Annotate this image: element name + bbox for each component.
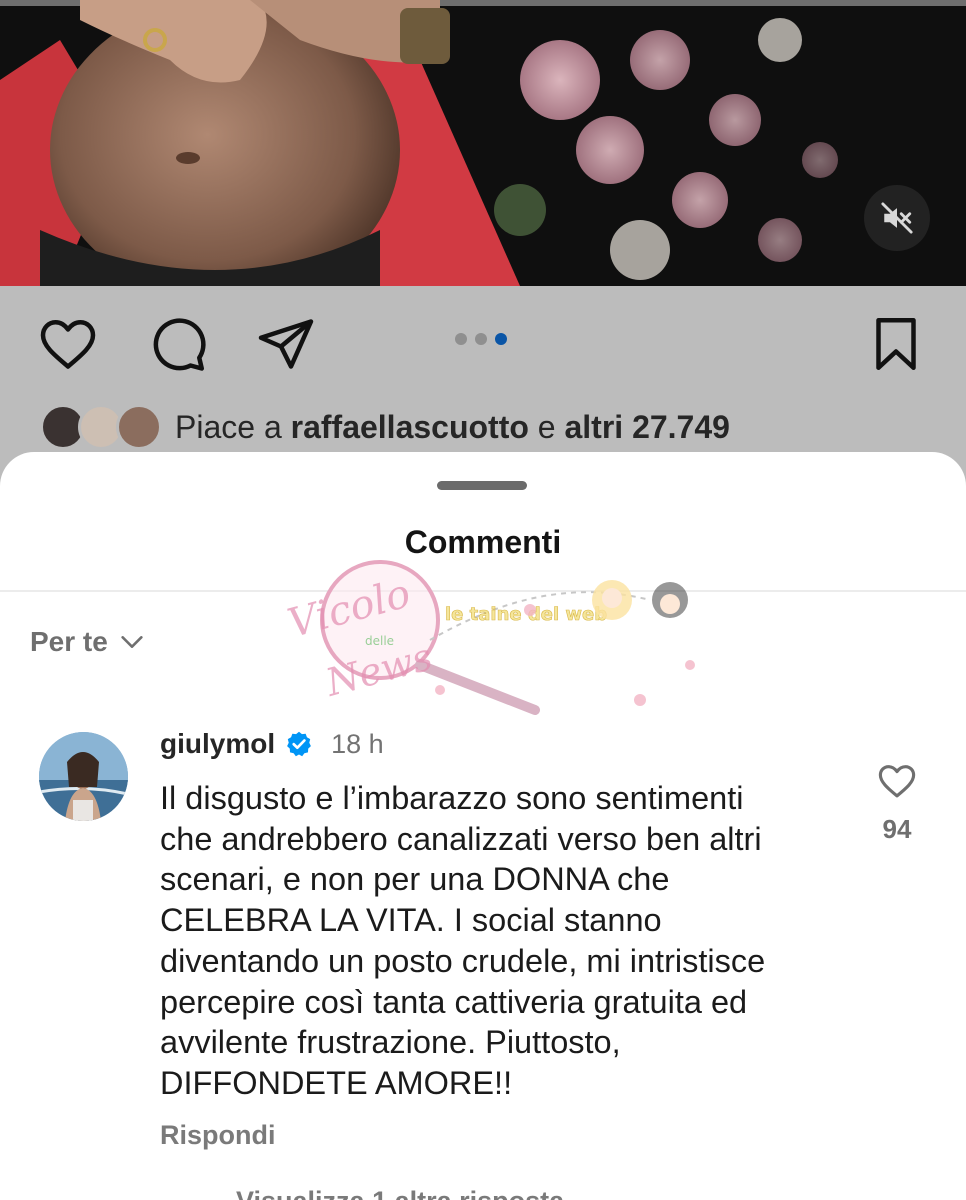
mute-button[interactable] <box>864 185 930 251</box>
liker-avatars <box>40 404 162 450</box>
post-media[interactable] <box>0 0 966 286</box>
heart-icon[interactable] <box>38 314 98 374</box>
speaker-muted-icon <box>881 202 913 234</box>
sheet-title: Commenti <box>404 524 562 560</box>
liked-by-others[interactable]: altri 27.749 <box>564 409 729 445</box>
comment-icon[interactable] <box>148 314 208 374</box>
liked-by-row[interactable]: Piace a raffaellascuotto e altri 27.749 <box>40 404 730 450</box>
commenter-avatar[interactable] <box>39 732 128 821</box>
carousel-dot <box>475 333 487 345</box>
carousel-dot-active <box>495 333 507 345</box>
avatar-photo <box>39 732 128 821</box>
watermark-logo: Vicolo delle News le taine del web <box>283 560 695 715</box>
carousel-indicator <box>455 333 507 345</box>
liked-by-username[interactable]: raffaellascuotto <box>291 409 529 445</box>
liked-by-prefix: Piace a <box>175 408 291 445</box>
share-send-icon[interactable] <box>256 314 316 374</box>
liked-by-text: Piace a raffaellascuotto e altri 27.749 <box>175 409 730 446</box>
comment-time: 18 h <box>331 728 384 759</box>
post-photo <box>0 0 966 286</box>
view-more-replies-button[interactable]: Visualizza 1 altra risposta <box>236 1186 564 1200</box>
chevron-down-icon <box>121 636 143 648</box>
reply-button[interactable]: Rispondi <box>160 1120 276 1151</box>
avatar <box>116 404 162 450</box>
comment-like-count: 94 <box>882 814 912 844</box>
liked-by-middle: e <box>528 408 565 445</box>
carousel-dot <box>455 333 467 345</box>
comment-header: giulymol 18 h <box>160 726 384 762</box>
comment-username[interactable]: giulymol <box>160 728 275 760</box>
comment-like-control[interactable]: 94 <box>872 760 922 845</box>
drag-handle[interactable] <box>437 481 527 490</box>
sort-filter-dropdown[interactable]: Per te <box>30 626 146 658</box>
bookmark-icon[interactable] <box>866 314 926 374</box>
comment-text: Il disgusto e l’imbarazzo sono sentiment… <box>160 780 766 1101</box>
comments-sheet: Commenti Per te Vicolo delle News le tai… <box>0 452 966 1200</box>
filter-label: Per te <box>30 626 108 657</box>
heart-icon[interactable] <box>876 760 918 802</box>
verified-badge-icon <box>287 731 312 757</box>
